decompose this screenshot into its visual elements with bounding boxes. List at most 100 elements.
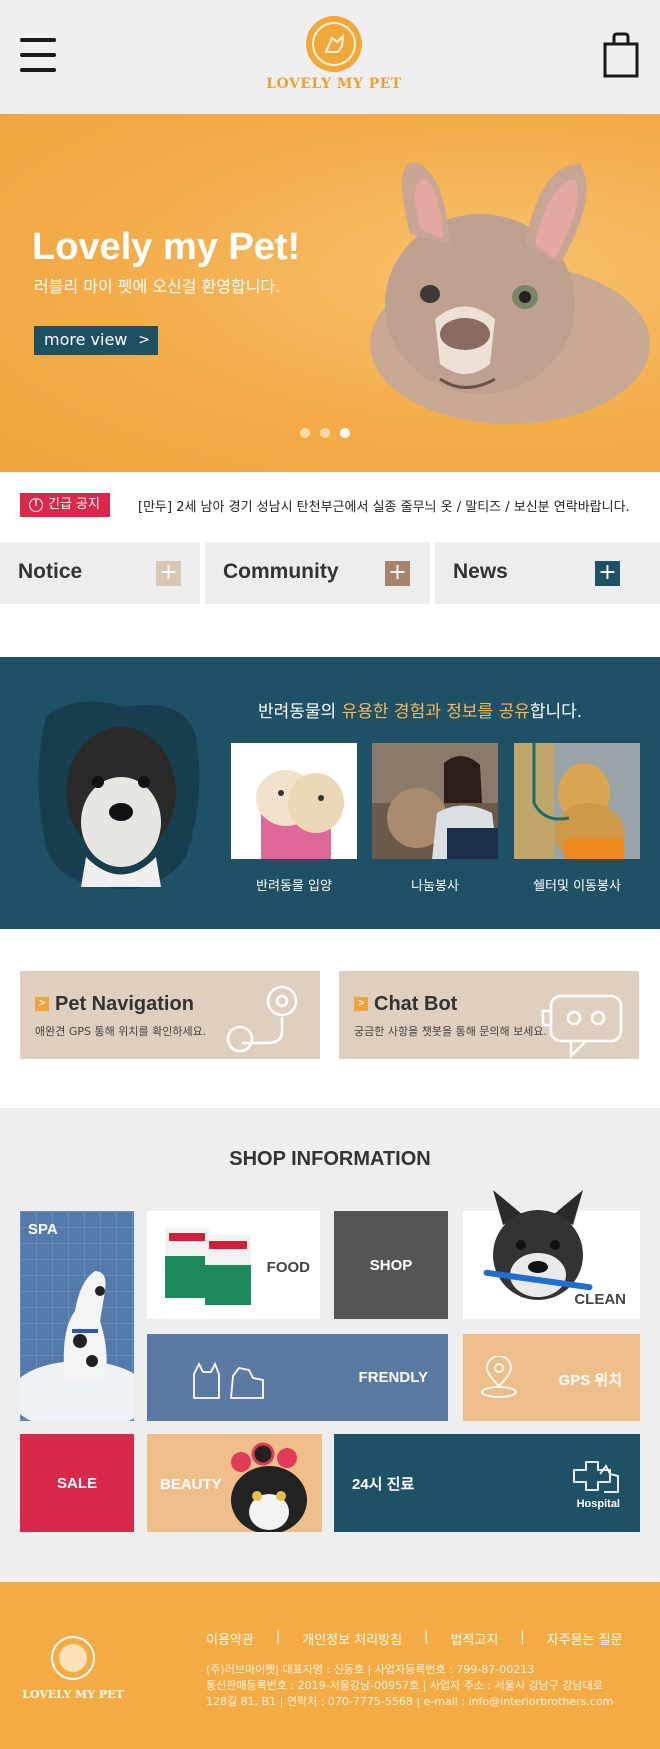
urgent-badge-label: 긴급 공지 [48, 497, 100, 512]
pet-navigation-subtitle: 애완견 GPS 통해 위치를 확인하세요. [35, 1025, 207, 1038]
hamburger-menu-icon[interactable] [20, 38, 56, 72]
share-heading: 반려동물의 유용한 경험과 정보를 공유합니다. [258, 697, 582, 722]
shopping-bag-icon[interactable] [603, 32, 639, 78]
share-heading-highlight: 유용한 경험과 정보를 공유 [341, 702, 530, 722]
dog-logo-icon [51, 1636, 95, 1680]
gps-tile[interactable]: GPS 위치 [463, 1334, 640, 1421]
more-view-label: more view [44, 330, 128, 349]
alert-icon: ! [29, 498, 43, 512]
brand-logo[interactable]: LOVELY MY PET [259, 16, 409, 92]
plus-icon[interactable]: + [385, 561, 410, 586]
shop-information-section: SHOP INFORMATION SPA FOOD SHOP CLEAN FRE… [0, 1108, 660, 1582]
tab-news-label: News [453, 560, 508, 583]
card-adoption-label: 반려동물 입양 [256, 879, 332, 894]
pet-navigation-box[interactable]: > Pet Navigation 애완견 GPS 통해 위치를 확인하세요. [20, 971, 320, 1059]
footer-separator: | [275, 1629, 281, 1644]
tab-community-label: Community [223, 560, 339, 583]
clinic-tile[interactable]: 24시 진료 Hospital [334, 1434, 640, 1532]
more-view-button[interactable]: more view > [34, 326, 158, 355]
footer-logo[interactable]: LOVELY MY PET [22, 1636, 124, 1701]
share-section: 반려동물의 유용한 경험과 정보를 공유합니다. 반려동물 입양 나눔봉사 쉘터… [0, 657, 660, 929]
card-shelter[interactable]: 쉘터및 이동봉사 [514, 743, 640, 894]
tab-notice[interactable]: Notice + [0, 542, 200, 604]
schnauzer-image [38, 701, 200, 889]
volunteer-photo [372, 743, 498, 859]
company-info-line: 통신판매등록번호 : 2019-서울강남-00957호 | 사업자 주소 : 서… [206, 1679, 603, 1692]
location-pin-icon [481, 1356, 517, 1398]
gps-label: GPS 위치 [558, 1372, 622, 1389]
arrow-right-icon: > [35, 997, 49, 1011]
map-pin-icon [226, 985, 298, 1053]
sale-label: SALE [56, 1475, 97, 1492]
sale-tile[interactable]: SALE [20, 1434, 134, 1532]
hospital-label: Hospital [576, 1498, 620, 1510]
dog-logo-icon [306, 16, 362, 72]
pet-navigation-label: Pet Navigation [55, 993, 194, 1015]
chevron-right-icon: > [138, 332, 150, 348]
shop-label: SHOP [369, 1257, 413, 1274]
hero-subtitle: 러블리 마이 펫에 오신걸 환영합니다. [34, 277, 281, 296]
share-heading-pre: 반려동물의 [258, 702, 342, 722]
urgent-notice-bar: ! 긴급 공지 [만두] 2세 남아 경기 성남시 탄천부근에서 실종 줄무늬 … [0, 472, 660, 542]
card-adoption[interactable]: 반려동물 입양 [231, 743, 357, 894]
carousel-dot-2[interactable] [320, 428, 330, 438]
chat-bot-subtitle: 궁금한 사항을 챗봇을 통해 문의해 보세요. [354, 1025, 548, 1038]
site-header: LOVELY MY PET [0, 0, 660, 114]
food-tile[interactable]: FOOD [147, 1211, 320, 1319]
clean-tile[interactable]: CLEAN [463, 1190, 640, 1319]
plus-icon[interactable]: + [156, 561, 181, 586]
friendly-label: FRENDLY [358, 1369, 428, 1386]
shop-tile[interactable]: SHOP [334, 1211, 448, 1319]
plus-icon[interactable]: + [595, 561, 620, 586]
footer-link-faq[interactable]: 자주묻는 질문 [547, 1629, 623, 1648]
footer-links: 이용약관 | 개인정보 처리방침 | 법적고지 | 자주묻는 질문 [206, 1629, 623, 1648]
clean-label: CLEAN [574, 1291, 626, 1308]
footer-link-terms[interactable]: 이용약관 [206, 1629, 254, 1648]
chat-bot-box[interactable]: > Chat Bot 궁금한 사항을 챗봇을 통해 문의해 보세요. [339, 971, 639, 1059]
brand-name: LOVELY MY PET [266, 76, 402, 92]
carousel-indicators [300, 428, 350, 438]
chat-bot-title: > Chat Bot [354, 993, 457, 1016]
pet-navigation-title: > Pet Navigation [35, 993, 194, 1016]
cat-with-curlers-image [231, 1442, 307, 1532]
chat-bot-label: Chat Bot [374, 993, 458, 1015]
beauty-tile[interactable]: BEAUTY [147, 1434, 322, 1532]
tab-news[interactable]: News + [435, 542, 660, 604]
carousel-dot-3[interactable] [340, 428, 350, 438]
footer-brand: LOVELY MY PET [22, 1688, 124, 1701]
french-bulldog-image [370, 162, 650, 424]
tab-notice-label: Notice [18, 560, 83, 583]
spa-dog-image [20, 1211, 134, 1421]
shelter-dog-photo [514, 743, 640, 863]
hospital-cross-icon [573, 1461, 619, 1493]
card-volunteer-label: 나눔봉사 [411, 879, 459, 894]
share-heading-post: 합니다. [529, 702, 583, 722]
footer-separator: | [424, 1629, 429, 1644]
hero-banner: Lovely my Pet! 러블리 마이 펫에 오신걸 환영합니다. more… [0, 114, 660, 472]
company-info-line: 128길 81, B1 | 연락처 : 070-7775-5568 | e-ma… [206, 1695, 614, 1708]
cat-and-dog-icon [193, 1361, 264, 1399]
site-footer: LOVELY MY PET 이용약관 | 개인정보 처리방침 | 법적고지 | … [0, 1582, 660, 1749]
arrow-right-icon: > [354, 997, 368, 1011]
footer-separator: | [520, 1629, 525, 1644]
carousel-dot-1[interactable] [300, 428, 310, 438]
tab-community[interactable]: Community + [205, 542, 430, 604]
board-tabs: Notice + Community + News + [0, 542, 660, 604]
footer-link-privacy[interactable]: 개인정보 처리방침 [302, 1629, 402, 1648]
dog-food-bags-image [165, 1228, 251, 1305]
company-info-line: (주)러브마이펫| 대표자명 : 신동호 | 사업자등록번호 : 799-87-… [206, 1663, 535, 1676]
hero-title: Lovely my Pet! [32, 226, 301, 268]
card-volunteer[interactable]: 나눔봉사 [372, 743, 498, 894]
company-info: (주)러브마이펫| 대표자명 : 신동호 | 사업자등록번호 : 799-87-… [206, 1662, 613, 1710]
card-shelter-label: 쉘터및 이동봉사 [533, 879, 621, 894]
friendly-tile[interactable]: FRENDLY [147, 1334, 448, 1421]
beauty-label: BEAUTY [160, 1476, 222, 1493]
shop-information-title: SHOP INFORMATION [229, 1148, 431, 1170]
spa-label: SPA [28, 1221, 58, 1238]
puppies-photo [231, 743, 357, 859]
urgent-notice-badge: ! 긴급 공지 [20, 493, 110, 517]
spa-tile[interactable]: SPA [20, 1211, 134, 1421]
footer-link-legal[interactable]: 법적고지 [450, 1629, 498, 1648]
notice-text[interactable]: [만두] 2세 남아 경기 성남시 탄천부근에서 실종 줄무늬 옷 / 말티즈 … [138, 496, 630, 515]
robot-icon [541, 994, 623, 1059]
